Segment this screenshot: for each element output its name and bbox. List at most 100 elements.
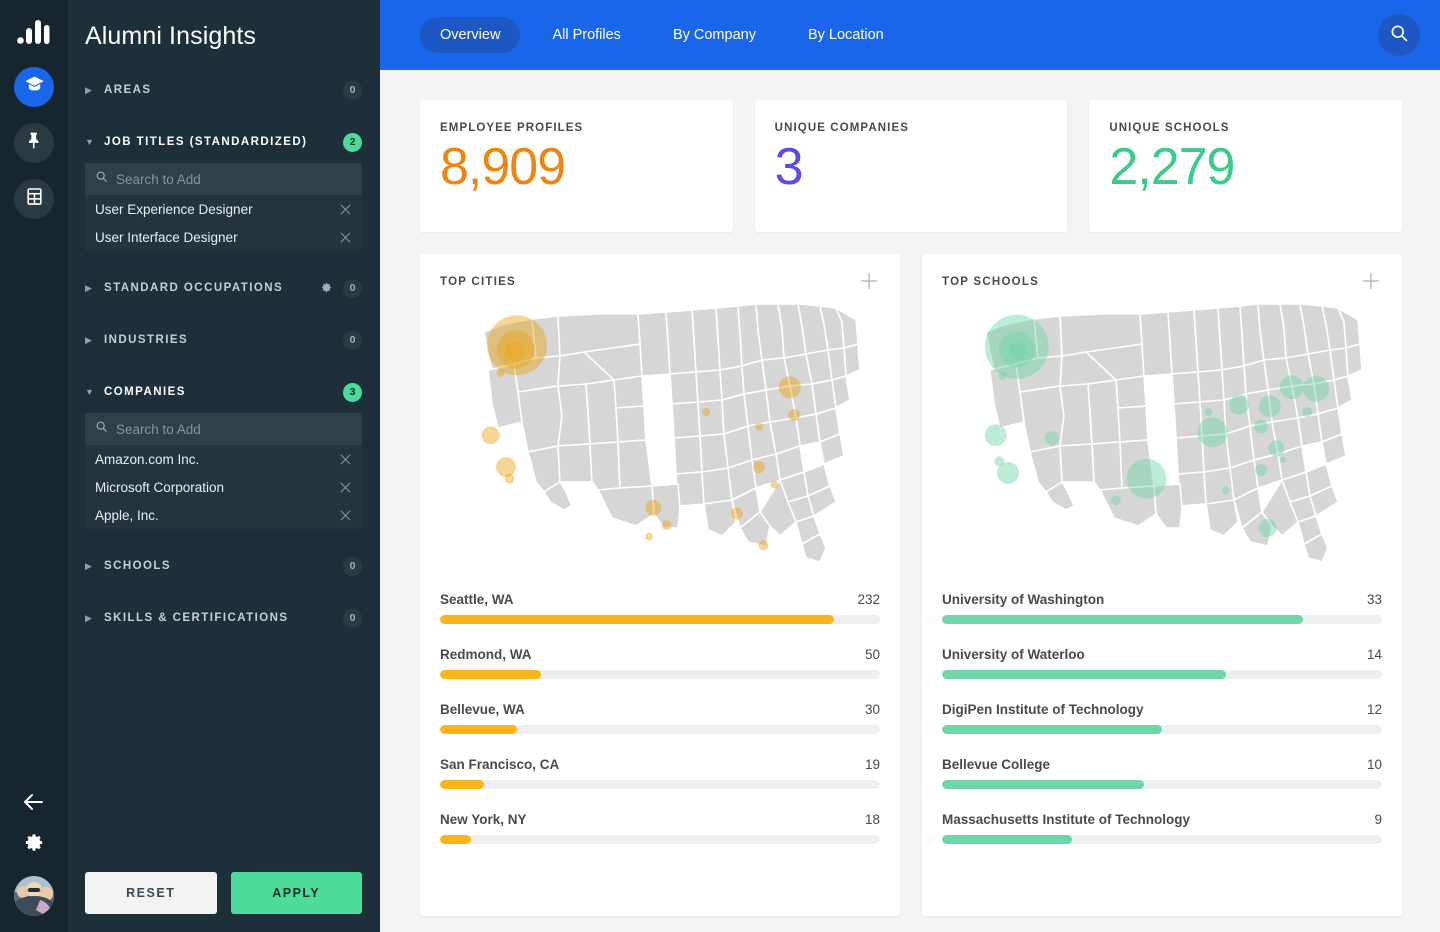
filter-sidebar: Alumni Insights ▶ AREAS 0 ▼ JOB TITLES (STAN… xyxy=(68,0,380,932)
search-icon xyxy=(95,170,108,188)
bar-fill xyxy=(440,670,542,679)
bar-fill xyxy=(942,670,1226,679)
filter-group-label: SCHOOLS xyxy=(104,560,172,572)
bar-label: DigiPen Institute of Technology xyxy=(942,702,1144,717)
rail-item-calculator[interactable] xyxy=(14,179,54,219)
tab-by-location[interactable]: By Location xyxy=(788,17,904,53)
filter-chip[interactable]: Microsoft Corporation xyxy=(85,473,362,501)
collapse-sidebar-button[interactable] xyxy=(14,784,54,824)
bar-value: 18 xyxy=(864,812,880,827)
filter-chip-label: User Experience Designer xyxy=(95,201,253,217)
filter-group-header-companies[interactable]: ▼ COMPANIES 3 xyxy=(68,377,380,407)
filter-group-areas: ▶ AREAS 0 xyxy=(68,75,380,125)
us-bubble-map-cities xyxy=(481,303,861,563)
filter-group-header-skills-certifications[interactable]: ▶ SKILLS & CERTIFICATIONS 0 xyxy=(68,603,380,633)
settings-button[interactable] xyxy=(14,826,54,866)
bar-track xyxy=(942,670,1382,679)
chevron-right-icon: ▶ xyxy=(85,612,92,623)
filter-count-badge: 0 xyxy=(343,556,362,576)
filter-count-badge: 0 xyxy=(343,330,362,350)
filter-chip-label: Microsoft Corporation xyxy=(95,479,225,495)
bar-row[interactable]: Massachusetts Institute of Technology 9 xyxy=(942,812,1382,844)
filter-count-badge: 0 xyxy=(343,608,362,628)
kpi-value: 8,909 xyxy=(440,138,566,196)
bar-header: San Francisco, CA 19 xyxy=(440,757,880,772)
rail-item-pinned[interactable] xyxy=(14,123,54,163)
kpi-label: UNIQUE SCHOOLS xyxy=(1109,122,1230,134)
search-input-companies[interactable] xyxy=(116,421,352,437)
bar-row[interactable]: DigiPen Institute of Technology 12 xyxy=(942,702,1382,734)
plus-icon[interactable] xyxy=(1360,270,1382,292)
filter-chip[interactable]: User Experience Designer xyxy=(85,195,362,223)
kpi-card-unique-schools: UNIQUE SCHOOLS 2,279 xyxy=(1089,100,1403,232)
tab-all-profiles[interactable]: All Profiles xyxy=(532,17,641,53)
bar-row[interactable]: Bellevue College 10 xyxy=(942,757,1382,789)
kpi-label: EMPLOYEE PROFILES xyxy=(440,122,584,134)
panel-title: TOP SCHOOLS xyxy=(942,276,1040,288)
bar-fill xyxy=(440,615,834,624)
bar-header: Seattle, WA 232 xyxy=(440,592,880,607)
panel-row: TOP CITIES Seattle, WA 232 Redmond, WA 5… xyxy=(420,254,1402,916)
gear-icon[interactable] xyxy=(320,282,333,295)
bar-row[interactable]: University of Waterloo 14 xyxy=(942,647,1382,679)
kpi-card-row: EMPLOYEE PROFILES 8,909 UNIQUE COMPANIES … xyxy=(420,100,1403,232)
global-search-button[interactable] xyxy=(1378,14,1420,56)
chevron-down-icon: ▼ xyxy=(85,386,94,397)
bar-header: Redmond, WA 50 xyxy=(440,647,880,662)
bar-value: 50 xyxy=(864,647,880,662)
back-arrow-icon xyxy=(22,790,46,819)
filter-group-label: SKILLS & CERTIFICATIONS xyxy=(104,612,289,624)
filter-chip[interactable]: Apple, Inc. xyxy=(85,501,362,529)
filter-group-header-areas[interactable]: ▶ AREAS 0 xyxy=(68,75,380,105)
bar-track xyxy=(942,780,1382,789)
map-container-top-cities[interactable] xyxy=(440,296,880,586)
filter-search-row xyxy=(85,413,362,445)
apply-button[interactable]: APPLY xyxy=(230,872,362,914)
plus-icon[interactable] xyxy=(858,270,880,292)
search-input-job-titles-standardized[interactable] xyxy=(116,171,352,187)
bar-label: New York, NY xyxy=(440,812,527,827)
close-icon[interactable] xyxy=(339,481,352,494)
bar-label: Bellevue, WA xyxy=(440,702,525,717)
rail-item-alumni[interactable] xyxy=(14,67,54,107)
search-icon xyxy=(95,420,108,438)
close-icon[interactable] xyxy=(339,231,352,244)
close-icon[interactable] xyxy=(339,509,352,522)
bar-label: Seattle, WA xyxy=(440,592,514,607)
bar-row[interactable]: San Francisco, CA 19 xyxy=(440,757,880,789)
filter-group-header-schools[interactable]: ▶ SCHOOLS 0 xyxy=(68,551,380,581)
reset-button[interactable]: RESET xyxy=(85,872,217,914)
filter-chip[interactable]: Amazon.com Inc. xyxy=(85,445,362,473)
bar-row[interactable]: Seattle, WA 232 xyxy=(440,592,880,624)
bar-row[interactable]: New York, NY 18 xyxy=(440,812,880,844)
tab-overview[interactable]: Overview xyxy=(420,17,521,53)
bar-fill xyxy=(942,780,1145,789)
bar-value: 232 xyxy=(857,592,880,607)
bar-list-top-schools: University of Washington 33 University o… xyxy=(942,592,1382,867)
bar-label: Massachusetts Institute of Technology xyxy=(942,812,1191,827)
user-avatar[interactable] xyxy=(14,876,54,916)
bar-fill xyxy=(440,835,471,844)
close-icon[interactable] xyxy=(339,453,352,466)
close-icon[interactable] xyxy=(339,203,352,216)
bar-row[interactable]: Redmond, WA 50 xyxy=(440,647,880,679)
calculator-icon xyxy=(25,187,44,211)
chevron-right-icon: ▶ xyxy=(85,84,92,95)
filter-group-label: INDUSTRIES xyxy=(104,334,189,346)
tab-by-company[interactable]: By Company xyxy=(653,17,776,53)
nav-tabs: Overview All Profiles By Company By Locatio… xyxy=(420,17,904,53)
filter-group-header-standard-occupations[interactable]: ▶ STANDARD OCCUPATIONS 0 xyxy=(68,273,380,303)
filter-chip-label: Amazon.com Inc. xyxy=(95,451,200,467)
bar-header: New York, NY 18 xyxy=(440,812,880,827)
bar-row[interactable]: University of Washington 33 xyxy=(942,592,1382,624)
filter-chip[interactable]: User Interface Designer xyxy=(85,223,362,251)
bar-header: University of Washington 33 xyxy=(942,592,1382,607)
map-container-top-schools[interactable] xyxy=(942,296,1382,586)
filter-group-header-industries[interactable]: ▶ INDUSTRIES 0 xyxy=(68,325,380,355)
bar-row[interactable]: Bellevue, WA 30 xyxy=(440,702,880,734)
bar-label: Bellevue College xyxy=(942,757,1051,772)
filter-group-header-job-titles-standardized[interactable]: ▼ JOB TITLES (STANDARDIZED) 2 xyxy=(68,127,380,157)
